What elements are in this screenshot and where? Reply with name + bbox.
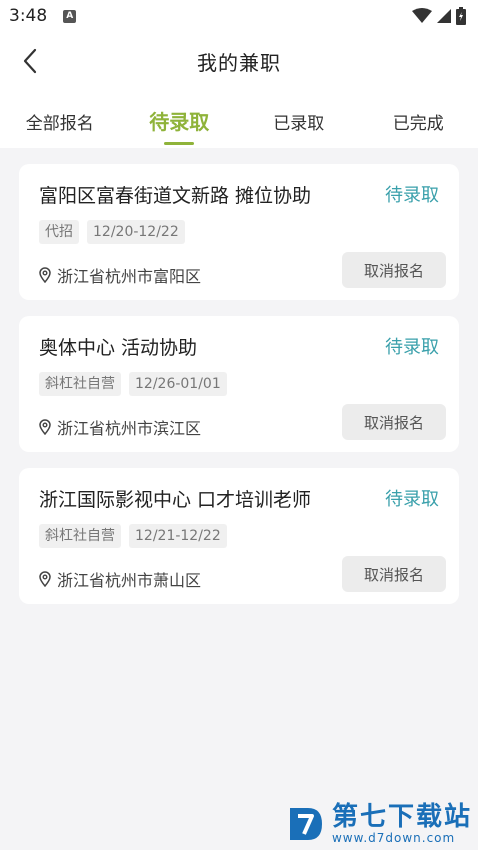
- nav-bar: 我的兼职: [0, 32, 478, 90]
- job-status: 待录取: [385, 185, 439, 206]
- job-tags: 斜杠社自营 12/26-01/01: [39, 372, 439, 396]
- job-title: 浙江国际影视中心 口才培训老师: [39, 489, 312, 511]
- status-bar: 3:48 A: [0, 0, 478, 32]
- location-pin-icon: [39, 419, 51, 435]
- location-pin-icon: [39, 267, 51, 283]
- job-date-tag: 12/26-01/01: [129, 372, 227, 396]
- d7-logo-icon: [289, 808, 322, 840]
- location-pin-icon: [39, 571, 51, 587]
- job-tags: 代招 12/20-12/22: [39, 220, 439, 244]
- job-card[interactable]: 奥体中心 活动协助 待录取 斜杠社自营 12/26-01/01 浙江省杭州市滨江…: [19, 316, 459, 452]
- tab-accepted[interactable]: 已录取: [239, 90, 359, 148]
- job-list: 富阳区富春街道文新路 摊位协助 待录取 代招 12/20-12/22 浙江省杭州…: [0, 148, 478, 604]
- page-title: 我的兼职: [197, 50, 281, 75]
- job-location-text: 浙江省杭州市滨江区: [57, 419, 202, 438]
- job-status: 待录取: [385, 489, 439, 510]
- job-tag: 代招: [39, 220, 79, 244]
- battery-icon: [456, 7, 466, 25]
- watermark: 第七下载站 www.d7down.com: [286, 804, 472, 844]
- job-tags: 斜杠社自营 12/21-12/22: [39, 524, 439, 548]
- watermark-name: 第七下载站: [331, 802, 472, 832]
- tab-completed[interactable]: 已完成: [359, 90, 478, 148]
- chevron-left-icon: [23, 48, 37, 74]
- job-status: 待录取: [385, 337, 439, 358]
- job-tag: 斜杠社自营: [39, 372, 121, 396]
- cancel-signup-button[interactable]: 取消报名: [342, 404, 446, 440]
- cancel-signup-button[interactable]: 取消报名: [342, 556, 446, 592]
- job-title: 奥体中心 活动协助: [39, 337, 198, 359]
- notification-badge-icon: A: [63, 9, 77, 23]
- watermark-text: 第七下载站 www.d7down.com: [332, 804, 472, 844]
- status-left: 3:48 A: [9, 6, 77, 26]
- tab-all-signups[interactable]: 全部报名: [0, 90, 120, 148]
- back-button[interactable]: [14, 45, 46, 77]
- wifi-icon: [412, 8, 432, 23]
- job-location-text: 浙江省杭州市萧山区: [57, 571, 202, 590]
- job-date-tag: 12/21-12/22: [129, 524, 227, 548]
- watermark-url: www.d7down.com: [331, 831, 456, 845]
- cancel-signup-button[interactable]: 取消报名: [342, 252, 446, 288]
- job-tag: 斜杠社自营: [39, 524, 121, 548]
- tab-bar: 全部报名 待录取 已录取 已完成: [0, 90, 478, 148]
- tab-pending[interactable]: 待录取: [120, 90, 240, 148]
- job-card[interactable]: 富阳区富春街道文新路 摊位协助 待录取 代招 12/20-12/22 浙江省杭州…: [19, 164, 459, 300]
- status-time: 3:48: [9, 6, 48, 26]
- header: 3:48 A 我的兼职 全部报名 待录取 已录取 已完成: [0, 0, 478, 148]
- signal-icon: [437, 9, 451, 23]
- job-title: 富阳区富春街道文新路 摊位协助: [39, 185, 312, 207]
- job-location-text: 浙江省杭州市富阳区: [57, 267, 202, 286]
- job-date-tag: 12/20-12/22: [87, 220, 185, 244]
- job-card[interactable]: 浙江国际影视中心 口才培训老师 待录取 斜杠社自营 12/21-12/22 浙江…: [19, 468, 459, 604]
- status-right: [412, 7, 466, 25]
